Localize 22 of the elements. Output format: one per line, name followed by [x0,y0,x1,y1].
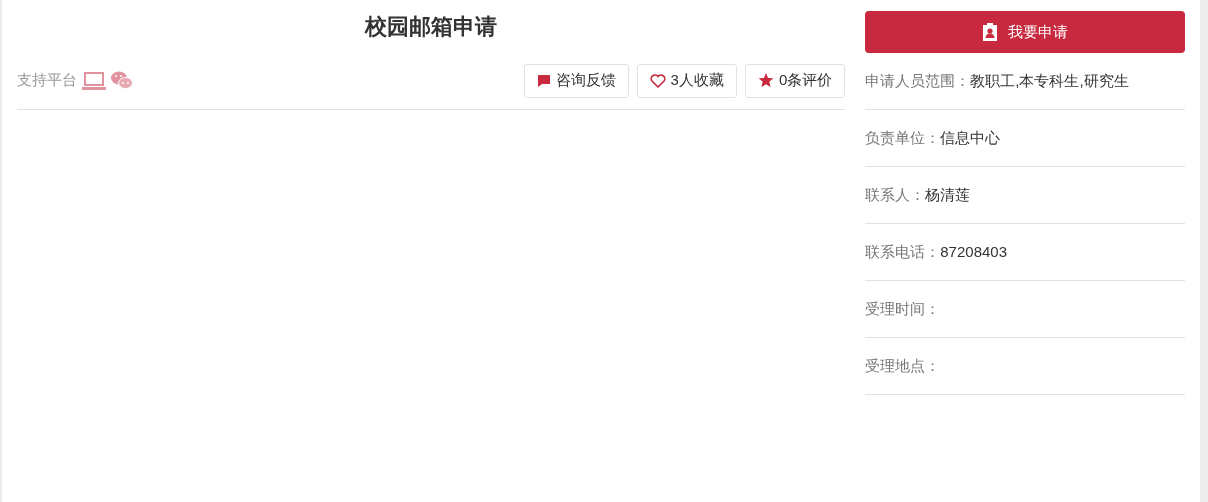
laptop-icon [82,71,106,90]
apply-button[interactable]: 我要申请 [865,11,1185,53]
info-value: 87208403 [940,241,1008,262]
info-label: 申请人员范围： [865,70,971,91]
star-icon [757,73,774,88]
badge-icon [982,23,999,41]
info-value: 杨清莲 [925,184,971,205]
info-label: 负责单位： [865,127,941,148]
chat-icon [111,71,133,90]
platform-label: 支持平台 [17,70,77,91]
info-label: 受理时间： [865,298,941,319]
info-label: 受理地点： [865,355,941,376]
info-label: 联系人： [865,184,926,205]
info-value: 教职工,本专科生,研究生 [970,70,1129,91]
action-button[interactable]: 3人收藏 [636,63,737,98]
action-button[interactable]: 咨询反馈 [523,63,629,98]
action-button[interactable]: 0条评价 [744,63,846,98]
page-title: 校园邮箱申请 [365,12,498,41]
comment-icon [536,73,551,88]
heart-icon [649,73,666,88]
info-value: 信息中心 [940,127,1001,148]
info-label: 联系电话： [865,241,941,262]
